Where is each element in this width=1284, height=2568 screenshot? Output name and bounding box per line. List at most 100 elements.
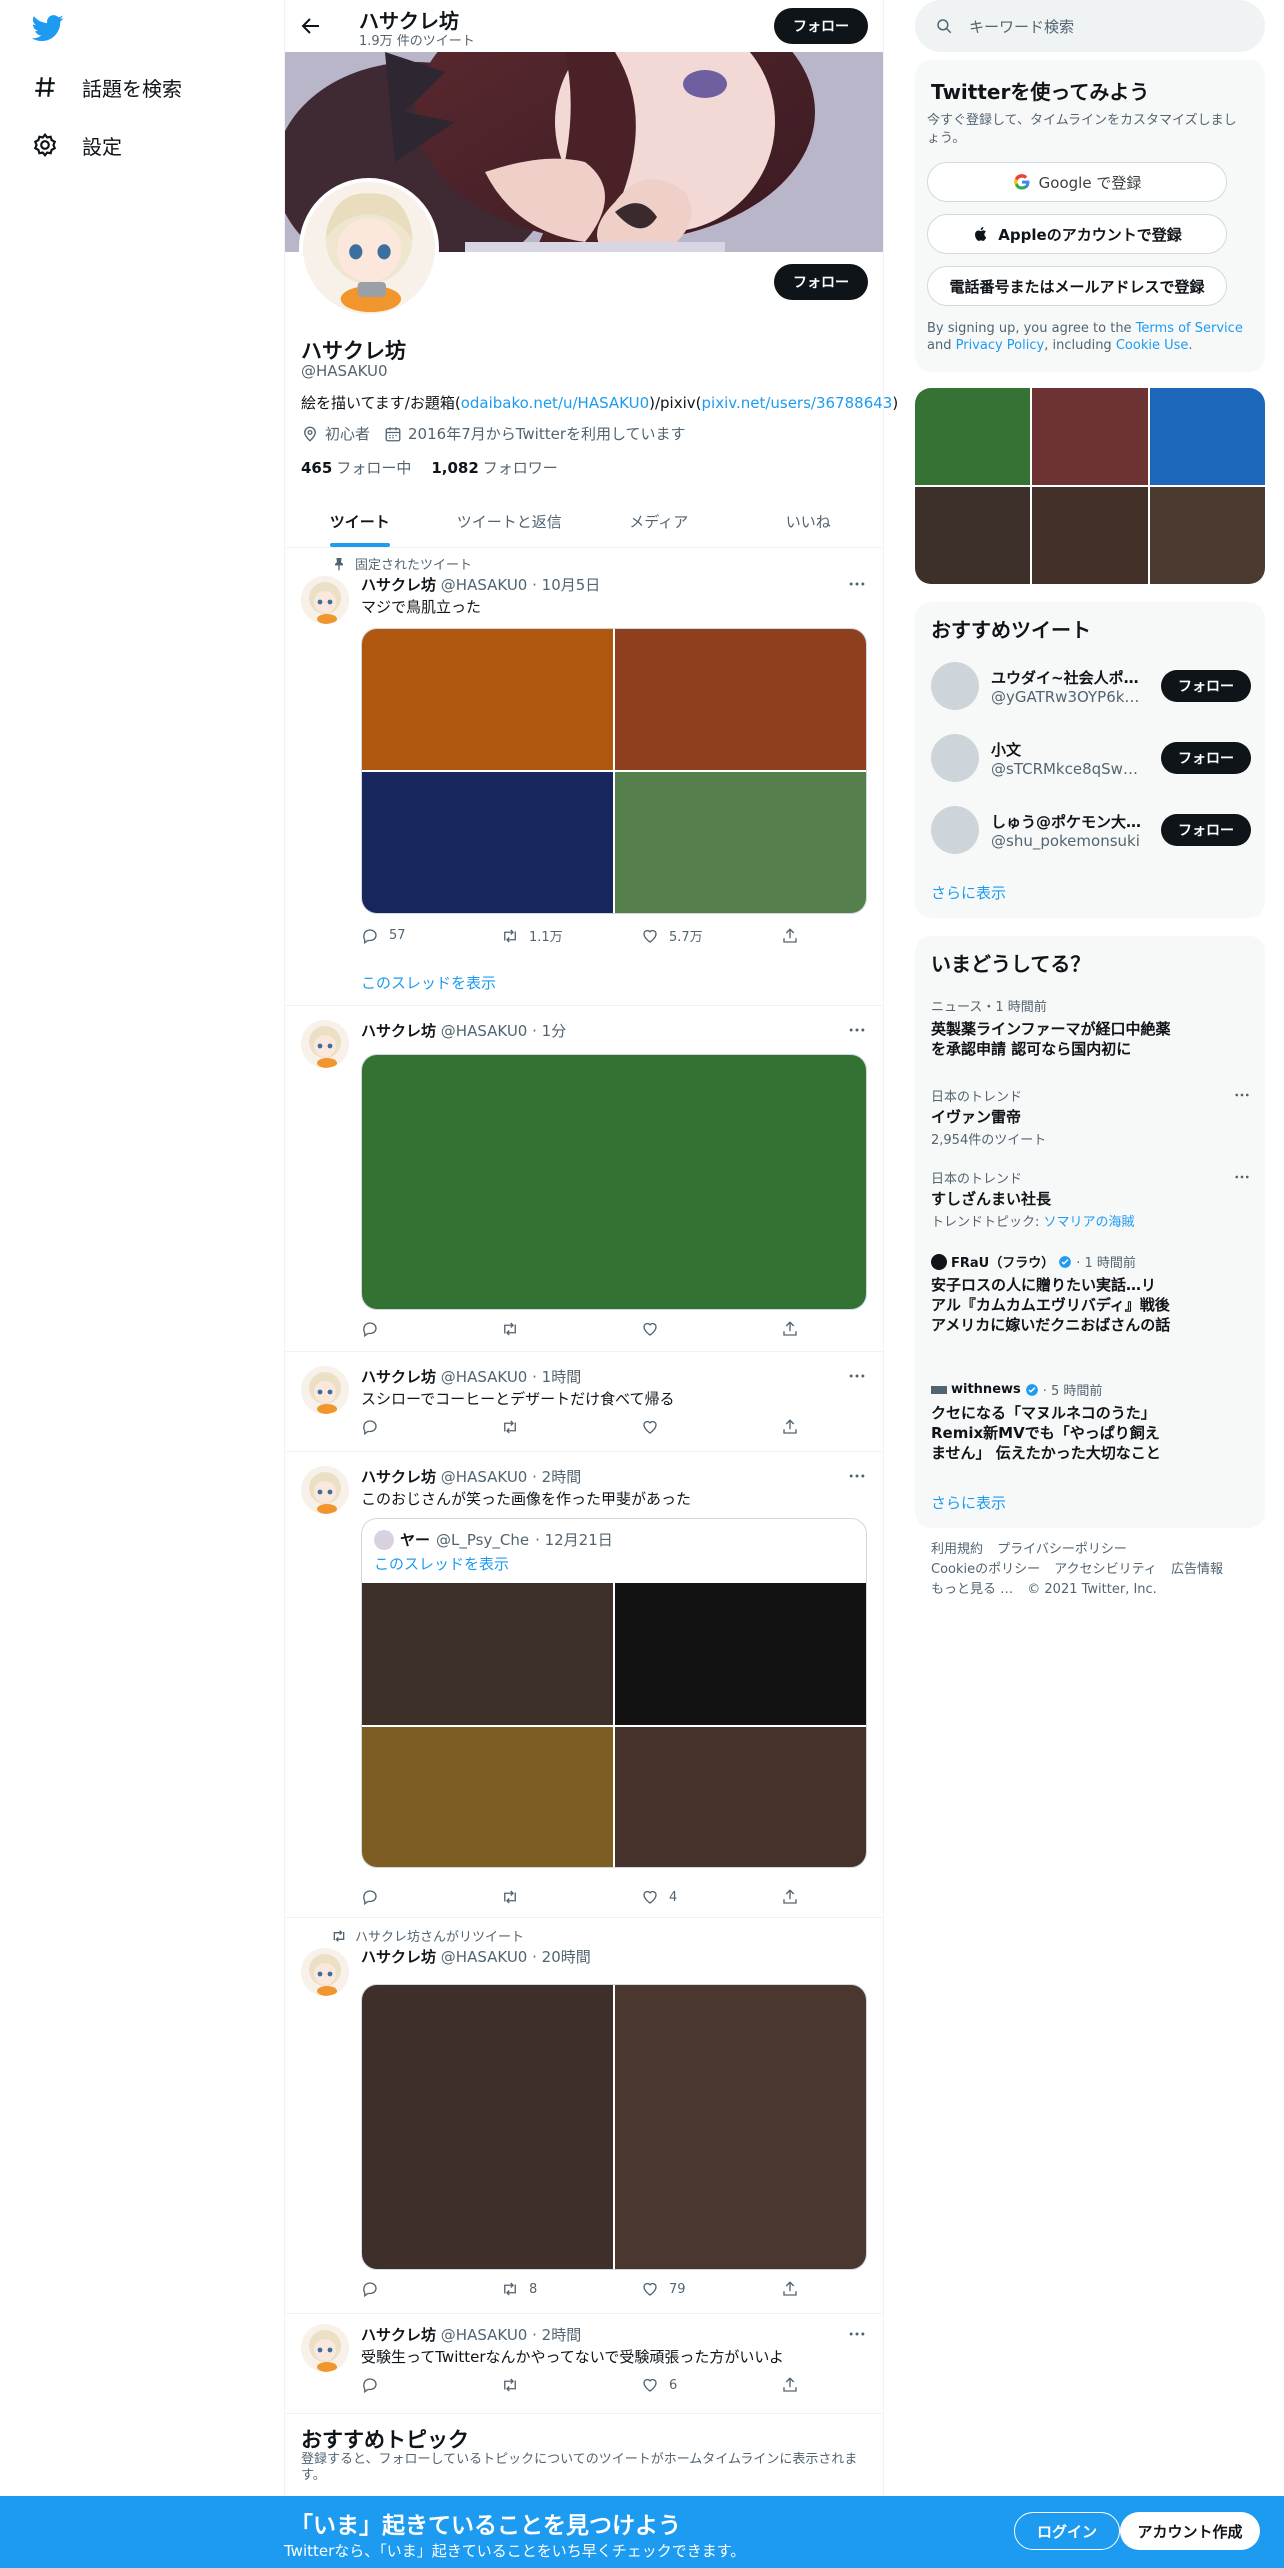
back-arrow-icon[interactable]	[299, 14, 323, 38]
trend-item[interactable]: 日本のトレンド イヴァン雷帝 2,954件のツイート	[931, 1086, 1251, 1148]
cookie-link[interactable]: Cookie Use	[1116, 338, 1189, 353]
tweet-time[interactable]: · 2時間	[532, 1468, 581, 1486]
profile-avatar[interactable]	[299, 178, 439, 318]
tweet-media-grid[interactable]	[361, 1984, 867, 2270]
tweet-author-handle[interactable]: @HASAKU0	[441, 1368, 528, 1386]
like-button[interactable]: 4	[641, 1888, 731, 1906]
footer-link[interactable]: 利用規約	[931, 1542, 983, 1557]
more-icon[interactable]	[847, 1366, 867, 1386]
search-box[interactable]: キーワード検索	[915, 0, 1265, 52]
tweet-author-handle[interactable]: @HASAKU0	[441, 576, 528, 594]
privacy-link[interactable]: Privacy Policy	[956, 338, 1045, 353]
signup-button[interactable]: アカウント作成	[1120, 2512, 1260, 2550]
retweet-button[interactable]: 1.1万	[501, 926, 591, 945]
share-button[interactable]	[781, 1418, 801, 1436]
tweet[interactable]: 固定されたツイート ハサクレ坊 @HASAKU0 · 10月5日 マジで鳥肌立っ…	[285, 548, 883, 1006]
profile-follow-button[interactable]: フォロー	[774, 264, 868, 300]
trend-item[interactable]: 日本のトレンド すしざんまい社長 トレンドトピック: ソマリアの海賊	[931, 1168, 1251, 1230]
more-icon[interactable]	[847, 1020, 867, 1040]
tweet-time[interactable]: · 20時間	[532, 1948, 591, 1966]
avatar[interactable]	[931, 806, 979, 854]
reply-button[interactable]	[361, 2280, 451, 2298]
more-icon[interactable]	[847, 1466, 867, 1486]
tab-tweets-and-replies[interactable]: ツイートと返信	[435, 495, 585, 547]
tab-media[interactable]: メディア	[584, 495, 734, 547]
suggested-user[interactable]: 小文 @sTCRMkce8qSwn… フォロー	[931, 730, 1251, 786]
media-photo[interactable]	[615, 629, 866, 770]
google-signup-button[interactable]: Google で登録	[927, 162, 1227, 202]
avatar[interactable]	[931, 734, 979, 782]
follow-button[interactable]: フォロー	[1161, 742, 1251, 774]
media-photo[interactable]	[362, 772, 613, 913]
trend-item[interactable]: ニュース・1 時間前 英製薬ラインファーマが経口中絶薬を承認申請 認可なら国内初…	[931, 996, 1251, 1059]
tweet-author-handle[interactable]: @HASAKU0	[441, 1022, 528, 1040]
media-photo[interactable]	[362, 629, 613, 770]
trend-item[interactable]: FRaU（フラウ） · 1 時間前 安子ロスの人に贈りたい実話…リアル『カムカム…	[931, 1252, 1251, 1335]
tweet-time[interactable]: · 2時間	[532, 2326, 581, 2344]
avatar[interactable]	[931, 662, 979, 710]
tweet-author-name[interactable]: ハサクレ坊	[361, 1468, 436, 1486]
trend-item[interactable]: withnews · 5 時間前 クセになる「マヌルネコのうた」Remix新MV…	[931, 1380, 1251, 1463]
tweet[interactable]: ハサクレ坊 @HASAKU0 · 2時間 このおじさんが笑った画像を作った甲斐が…	[285, 1452, 883, 1918]
following-link[interactable]: 465 フォロー中	[301, 457, 411, 478]
like-button[interactable]	[641, 1418, 731, 1436]
media-photo[interactable]	[915, 388, 1031, 485]
reply-button[interactable]: 57	[361, 926, 451, 945]
bio-link-odaibako[interactable]: odaibako.net/u/HASAKU0	[461, 394, 649, 412]
header-follow-button[interactable]: フォロー	[774, 8, 868, 44]
quote-media-grid[interactable]	[362, 1583, 866, 1867]
media-photo[interactable]	[615, 772, 866, 913]
tweet[interactable]: ハサクレ坊 @HASAKU0 · 1分	[285, 1006, 883, 1352]
share-button[interactable]	[781, 1320, 801, 1338]
share-button[interactable]	[781, 1888, 801, 1906]
tweet-author-name[interactable]: ハサクレ坊	[361, 1022, 436, 1040]
more-icon[interactable]	[847, 574, 867, 594]
tweet-avatar[interactable]	[301, 1020, 349, 1068]
tweet-author-name[interactable]: ハサクレ坊	[361, 576, 436, 594]
like-button[interactable]: 5.7万	[641, 926, 731, 945]
share-button[interactable]	[781, 2376, 801, 2394]
like-button[interactable]: 6	[641, 2376, 731, 2394]
retweet-button[interactable]	[501, 1418, 591, 1436]
retweet-button[interactable]	[501, 1320, 591, 1338]
media-photo[interactable]	[362, 1985, 613, 2269]
show-thread-link[interactable]: このスレッドを表示	[361, 972, 496, 993]
trend-topic-link[interactable]: ソマリアの海賊	[1044, 1215, 1135, 1230]
tweet-author-handle[interactable]: @HASAKU0	[441, 1468, 528, 1486]
suggested-user[interactable]: ユウダイ~社会人ポ… @yGATRw3OYP6kNIr フォロー	[931, 658, 1251, 714]
tab-tweets[interactable]: ツイート	[285, 495, 435, 547]
tab-likes[interactable]: いいね	[734, 495, 884, 547]
share-button[interactable]	[781, 926, 801, 945]
footer-link[interactable]: アクセシビリティ	[1054, 1562, 1157, 1577]
like-button[interactable]	[641, 1320, 731, 1338]
show-more-link[interactable]: さらに表示	[931, 882, 1006, 903]
tweet-avatar[interactable]	[301, 2324, 349, 2372]
tweet-media-grid[interactable]	[361, 1054, 867, 1310]
footer-link[interactable]: もっと見る …	[931, 1582, 1013, 1597]
media-photo[interactable]	[615, 1727, 866, 1867]
apple-signup-button[interactable]: Appleのアカウントで登録	[927, 214, 1227, 254]
media-photo[interactable]	[362, 1727, 613, 1867]
reply-button[interactable]	[361, 1418, 451, 1436]
retweet-button[interactable]: 8	[501, 2280, 591, 2298]
tweet[interactable]: ハサクレ坊 @HASAKU0 · 2時間 受験生ってTwitterなんかやってな…	[285, 2314, 883, 2414]
media-photo[interactable]	[615, 1985, 866, 2269]
tweet-avatar[interactable]	[301, 1948, 349, 1996]
media-photo[interactable]	[1149, 388, 1265, 485]
tweet-avatar[interactable]	[301, 1366, 349, 1414]
more-icon[interactable]	[847, 2324, 867, 2344]
tweet-author-name[interactable]: ハサクレ坊	[361, 1368, 436, 1386]
media-photo[interactable]	[362, 1055, 866, 1309]
tweet-time[interactable]: · 1時間	[532, 1368, 581, 1386]
tweet[interactable]: ハサクレ坊 @HASAKU0 · 1時間 スシローでコーヒーとデザートだけ食べて…	[285, 1352, 883, 1452]
media-photo[interactable]	[1032, 388, 1148, 485]
tweet-author-handle[interactable]: @HASAKU0	[441, 2326, 528, 2344]
media-photo[interactable]	[1149, 487, 1265, 584]
media-photo[interactable]	[1032, 487, 1148, 584]
tweet-author-name[interactable]: ハサクレ坊	[361, 2326, 436, 2344]
quote-show-thread-link[interactable]: このスレッドを表示	[374, 1553, 509, 1574]
login-button[interactable]: ログイン	[1014, 2512, 1120, 2550]
reply-button[interactable]	[361, 1888, 451, 1906]
nav-settings[interactable]: 設定	[32, 125, 122, 165]
phone-email-signup-button[interactable]: 電話番号またはメールアドレスで登録	[927, 266, 1227, 306]
